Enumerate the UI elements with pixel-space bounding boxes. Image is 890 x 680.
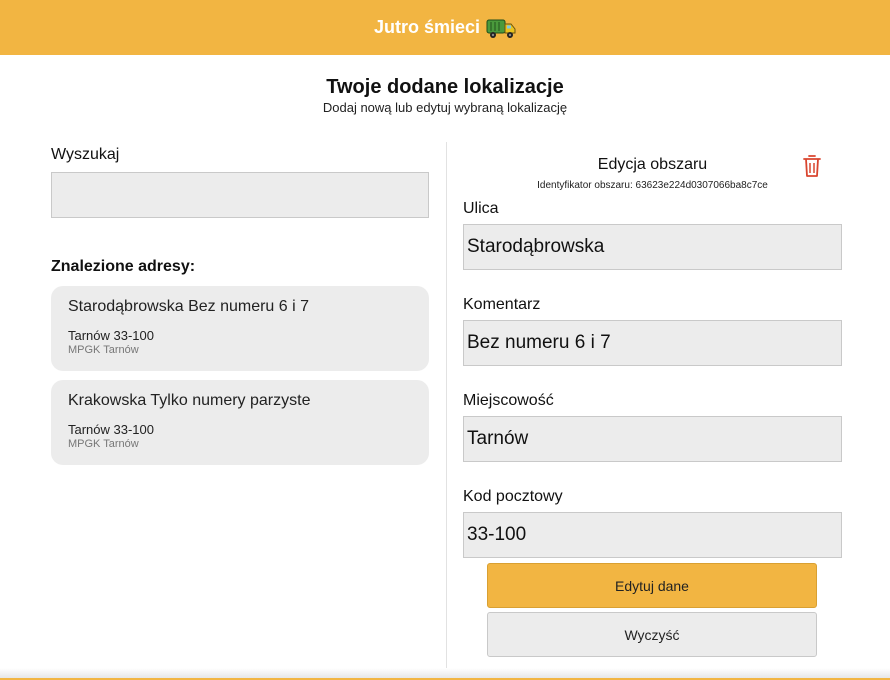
garbage-truck-icon (486, 16, 516, 40)
street-label: Ulica (463, 200, 499, 217)
address-city: Tarnów 33-100 (68, 328, 154, 343)
app-header: Jutro śmieci (0, 0, 890, 55)
address-company: MPGK Tarnów (68, 344, 139, 356)
app-title: Jutro śmieci (373, 17, 481, 37)
address-title: Krakowska Tylko numery parzyste (68, 392, 311, 409)
clear-button[interactable]: Wyczyść (487, 612, 817, 657)
bottom-edge (0, 668, 890, 680)
postal-group: Kod pocztowy 33-100 (463, 488, 842, 558)
edit-title: Edycja obszaru (597, 156, 708, 173)
street-field[interactable]: Starodąbrowska (463, 224, 842, 270)
address-city: Tarnów 33-100 (68, 422, 154, 437)
comment-label: Komentarz (463, 296, 541, 313)
comment-group: Komentarz Bez numeru 6 i 7 (463, 296, 842, 366)
address-card[interactable]: Starodąbrowska Bez numeru 6 i 7 Tarnów 3… (51, 286, 429, 371)
page-title: Twoje dodane lokalizacje (326, 76, 564, 98)
address-title: Starodąbrowska Bez numeru 6 i 7 (68, 298, 310, 315)
postal-field[interactable]: 33-100 (463, 512, 842, 558)
edit-panel: Edycja obszaru Identyfikator obszaru: 63… (463, 154, 842, 558)
edit-header: Edycja obszaru Identyfikator obszaru: 63… (463, 154, 842, 200)
area-id: Identyfikator obszaru: 63623e224d0307066… (537, 180, 768, 191)
search-label: Wyszukaj (51, 146, 120, 163)
street-group: Ulica Starodąbrowska (463, 200, 842, 270)
address-card[interactable]: Krakowska Tylko numery parzyste Tarnów 3… (51, 380, 429, 465)
results-heading: Znalezione adresy: (51, 258, 196, 275)
city-group: Miejscowość Tarnów (463, 392, 842, 462)
page-subtitle: Dodaj nową lub edytuj wybraną lokalizacj… (322, 100, 568, 115)
city-field[interactable]: Tarnów (463, 416, 842, 462)
comment-field[interactable]: Bez numeru 6 i 7 (463, 320, 842, 366)
column-divider (446, 142, 447, 680)
search-panel: Wyszukaj Znalezione adresy: Starodąbrows… (51, 146, 429, 465)
search-input[interactable] (51, 172, 429, 218)
postal-label: Kod pocztowy (463, 488, 563, 505)
trash-icon[interactable] (802, 154, 822, 178)
city-label: Miejscowość (463, 392, 554, 409)
address-company: MPGK Tarnów (68, 438, 139, 450)
edit-data-button[interactable]: Edytuj dane (487, 563, 817, 608)
